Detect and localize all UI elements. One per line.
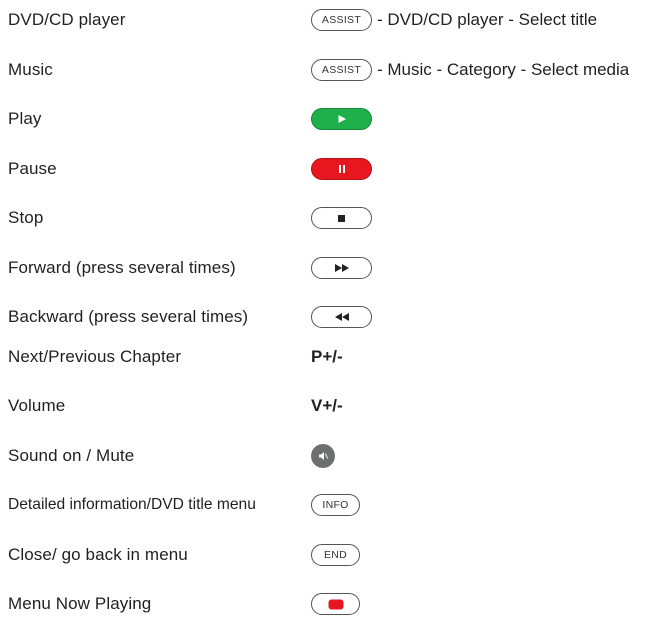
row-label: Play [8, 109, 42, 128]
row-menu-now-playing: Menu Now Playing [0, 584, 667, 624]
end-button-label: END [323, 549, 348, 561]
play-icon [338, 115, 346, 123]
forward-button [311, 257, 372, 279]
row-label: Next/Previous Chapter [8, 347, 182, 366]
assist-button: ASSIST [311, 59, 372, 81]
assist-button: ASSIST [311, 9, 372, 31]
row-control [311, 257, 372, 279]
row-label: Close/ go back in menu [8, 545, 188, 564]
row-control: ASSIST - DVD/CD player - Select title [311, 9, 597, 31]
row-volume: Volume V+/- [0, 386, 667, 426]
mute-button [311, 444, 335, 468]
info-button: INFO [311, 494, 360, 516]
red-square-icon [328, 599, 343, 609]
row-control: END [311, 544, 360, 566]
row-label: Menu Now Playing [8, 594, 152, 613]
row-close-go-back: Close/ go back in menu END [0, 535, 667, 575]
row-label: Music [8, 60, 53, 79]
row-forward: Forward (press several times) [0, 248, 667, 288]
row-music: Music ASSIST - Music - Category - Select… [0, 50, 667, 90]
control-description: - Music - Category - Select media [377, 60, 630, 79]
stop-button [311, 207, 372, 229]
row-pause: Pause [0, 149, 667, 189]
volume-key-text: V+/- [311, 396, 343, 415]
info-button-label: INFO [322, 499, 349, 511]
row-detailed-information: Detailed information/DVD title menu INFO [0, 485, 667, 525]
row-stop: Stop [0, 198, 667, 238]
fast-forward-icon [334, 264, 349, 272]
now-playing-button [311, 593, 360, 615]
row-label: Pause [8, 159, 57, 178]
row-control: ASSIST - Music - Category - Select media [311, 59, 629, 81]
row-next-previous-chapter-actual: Next/Previous Chapter P+/- [0, 337, 667, 377]
row-control [311, 108, 372, 130]
row-label: Detailed information/DVD title menu [8, 496, 256, 513]
stop-icon [338, 214, 345, 222]
row-control: V+/- [311, 396, 343, 416]
row-label: Stop [8, 208, 44, 227]
mute-icon [319, 452, 328, 460]
row-control [311, 158, 372, 180]
row-dvd-cd-player: DVD/CD player ASSIST - DVD/CD player - S… [0, 0, 667, 40]
row-control [311, 593, 360, 615]
row-control [311, 207, 372, 229]
row-control: P+/- [311, 347, 343, 367]
end-button: END [311, 544, 360, 566]
assist-button-label: ASSIST [321, 14, 362, 26]
row-control: INFO [311, 494, 360, 516]
row-label: Volume [8, 396, 66, 415]
row-label: DVD/CD player [8, 10, 126, 29]
row-label: Sound on / Mute [8, 446, 135, 465]
row-play: Play [0, 99, 667, 139]
row-control [311, 444, 335, 468]
control-description: - DVD/CD player - Select title [377, 10, 598, 29]
pause-button [311, 158, 372, 180]
assist-button-label: ASSIST [321, 64, 362, 76]
play-button [311, 108, 372, 130]
pause-icon [338, 165, 345, 173]
chapter-key-text: P+/- [311, 347, 343, 366]
row-label: Forward (press several times) [8, 258, 236, 277]
row-sound-mute: Sound on / Mute [0, 436, 667, 476]
